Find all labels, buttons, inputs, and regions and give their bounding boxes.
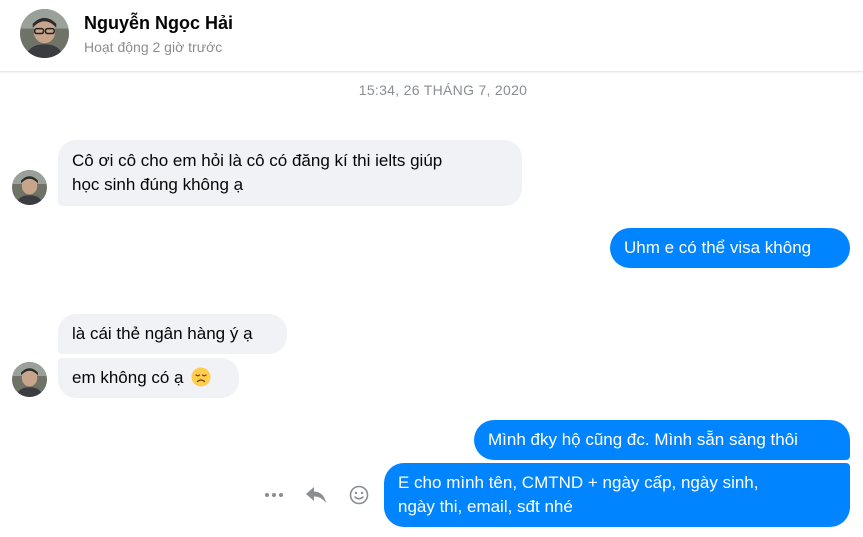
contact-avatar[interactable] [20,9,69,58]
message-bubble-outgoing[interactable]: Mình đky hộ cũng đc. Mình sẵn sàng thôi [474,420,850,460]
sender-avatar[interactable] [12,362,47,397]
message-line: Uhm e có thể visa không [624,238,812,257]
react-emoji-icon[interactable] [347,483,371,507]
sender-avatar[interactable] [12,170,47,205]
message-line: Mình đky hộ cũng đc. Mình sẵn sàng thôi [488,430,798,449]
message-bubble-incoming[interactable]: Cô ơi cô cho em hỏi là cô có đăng kí thi… [58,140,522,206]
message-bubble-incoming[interactable]: em không có ạ [58,358,239,398]
message-line: học sinh đúng không ạ [72,175,244,194]
message-line: Cô ơi cô cho em hỏi là cô có đăng kí thi… [72,151,443,170]
message-bubble-outgoing[interactable]: E cho mình tên, CMTND + ngày cấp, ngày s… [384,463,850,527]
message-bubble-outgoing[interactable]: Uhm e có thể visa không [610,228,850,268]
message-line: ngày thi, email, sđt nhé [398,497,573,516]
message-bubble-incoming[interactable]: là cái thẻ ngân hàng ý ạ [58,314,287,354]
message-line: E cho mình tên, CMTND + ngày cấp, ngày s… [398,473,759,492]
message-line: là cái thẻ ngân hàng ý ạ [72,324,253,343]
reply-icon[interactable] [304,483,328,507]
conversation-timestamp: 15:34, 26 THÁNG 7, 2020 [358,82,528,98]
more-icon[interactable] [262,483,286,507]
message-actions [262,483,372,507]
disappointed-face-emoji [191,367,211,387]
contact-active-status: Hoạt động 2 giờ trước [84,39,223,55]
conversation-header: Nguyễn Ngọc Hải Hoạt động 2 giờ trước [0,0,863,72]
message-line: em không có ạ [72,368,184,387]
contact-name[interactable]: Nguyễn Ngọc Hải [84,13,233,34]
